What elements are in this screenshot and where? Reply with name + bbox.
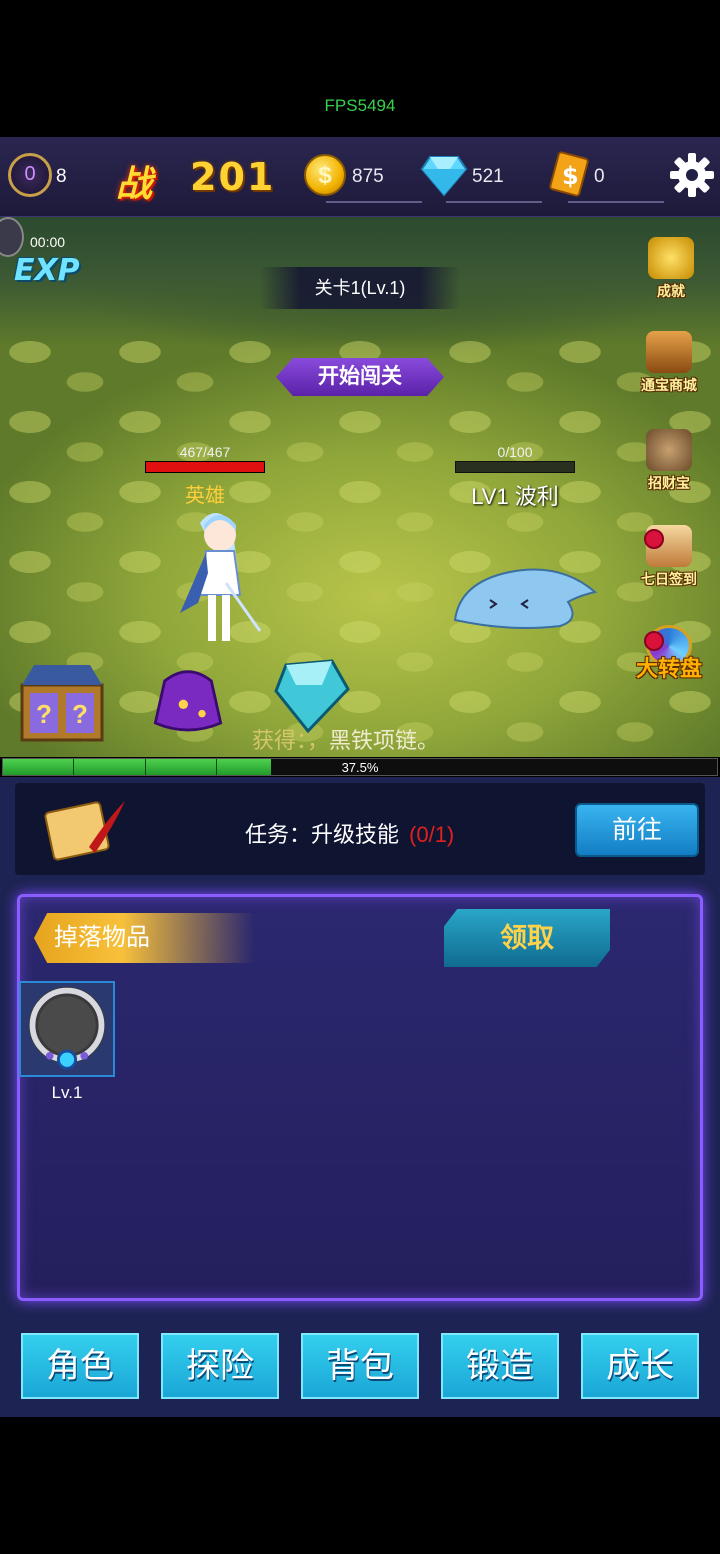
side-menu-label: 招财宝 <box>648 475 690 491</box>
enemy-hp-bar <box>455 461 575 473</box>
drop-prefix: 获得：， <box>252 728 330 753</box>
drop-item-name: 黑铁项链。 <box>329 728 440 753</box>
resource-bar: 0 8 战 201 875 521 $ 0 <box>0 137 720 217</box>
shop-button[interactable]: 通宝商城 <box>634 325 704 395</box>
gear-icon[interactable] <box>668 151 716 199</box>
lucky-bag-icon[interactable] <box>146 653 230 737</box>
stage-title: 关卡1(Lv.1) <box>260 267 460 309</box>
divider <box>568 201 664 203</box>
quest-scroll-icon <box>44 801 125 861</box>
coin-icon <box>304 154 346 196</box>
notification-dot <box>644 631 664 651</box>
vip-badge-icon[interactable]: 0 <box>8 153 52 197</box>
start-stage-button[interactable]: 开始闯关 <box>276 358 444 396</box>
fps-counter: FPS5494 <box>324 96 396 115</box>
svg-text:?: ? <box>72 699 88 729</box>
diamond-amount: 521 <box>472 166 504 187</box>
hero-character <box>180 513 262 641</box>
bottom-navigation: 角色 探险 背包 锻造 成长 <box>0 1333 720 1403</box>
divider <box>446 201 542 203</box>
enemy-name: LV1 波利 <box>471 484 559 509</box>
cash-icon: $ <box>549 151 589 197</box>
enemy-hp-text: 0/100 <box>497 444 533 460</box>
side-menu-label: 成就 <box>657 283 685 299</box>
claim-button[interactable]: 领取 <box>444 909 610 967</box>
battle-scene: 00:00 EXP 关卡1(Lv.1) 开始闯关 467/467 英雄 0/10… <box>0 217 720 757</box>
enemy-slime <box>453 568 598 629</box>
wheel-button[interactable]: 大转盘 <box>634 619 704 689</box>
side-menu-label: 通宝商城 <box>641 377 697 393</box>
item-slot[interactable] <box>19 981 115 1077</box>
money-bag-icon <box>646 429 692 471</box>
cash-amount: 0 <box>594 166 605 187</box>
diamond-icon <box>420 156 468 197</box>
gold-amount: 875 <box>352 166 384 187</box>
task-count: (0/1) <box>409 822 455 847</box>
side-menu-label: 大转盘 <box>635 656 702 681</box>
nav-character[interactable]: 角色 <box>21 1333 139 1399</box>
task-label: 任务：升级技能 <box>245 822 400 847</box>
lower-panel: 任务：升级技能 (0/1) 前往 掉落物品 领取 Lv.1 角色 探险 背包 锻造… <box>0 777 720 1417</box>
task-bar: 任务：升级技能 (0/1) 前往 <box>15 783 705 875</box>
nav-backpack[interactable]: 背包 <box>301 1333 419 1399</box>
power-icon: 战 <box>116 164 153 205</box>
exp-progress-bar: 37.5% <box>2 758 718 776</box>
go-button[interactable]: 前往 <box>575 803 699 857</box>
drop-panel-title: 掉落物品 <box>34 913 254 963</box>
svg-text:?: ? <box>36 699 52 729</box>
hero-hp-bar <box>145 461 265 473</box>
hero-hp-text: 467/467 <box>179 444 231 460</box>
daily-signin-button[interactable]: 七日签到 <box>634 519 704 589</box>
svg-text:$: $ <box>562 162 579 190</box>
necklace-icon <box>28 986 106 1070</box>
side-menu-label: 七日签到 <box>641 571 697 587</box>
notification-dot <box>644 529 664 549</box>
nav-forge[interactable]: 锻造 <box>441 1333 559 1399</box>
task-description: 任务：升级技能 (0/1) <box>245 817 454 849</box>
mystery-box-icon[interactable]: ? ? <box>12 645 112 745</box>
vip-count: 8 <box>56 166 67 187</box>
nav-adventure[interactable]: 探险 <box>161 1333 279 1399</box>
drop-items-panel: 掉落物品 领取 Lv.1 <box>17 894 703 1301</box>
item-level: Lv.1 <box>51 1083 83 1102</box>
exp-icon[interactable]: EXP <box>14 253 80 288</box>
treasure-chest-icon <box>646 331 692 373</box>
trophy-icon <box>648 237 694 279</box>
vip-level: 0 <box>24 163 36 185</box>
nav-growth[interactable]: 成长 <box>581 1333 699 1399</box>
achievement-button[interactable]: 成就 <box>636 231 706 301</box>
divider <box>326 201 422 203</box>
combat-power: 201 <box>190 155 276 199</box>
battle-timer: 00:00 <box>30 234 66 250</box>
fortune-button[interactable]: 招财宝 <box>634 423 704 493</box>
exp-progress-text: 37.5% <box>341 760 379 775</box>
drop-message: 获得：，黑铁项链。 <box>252 723 439 755</box>
